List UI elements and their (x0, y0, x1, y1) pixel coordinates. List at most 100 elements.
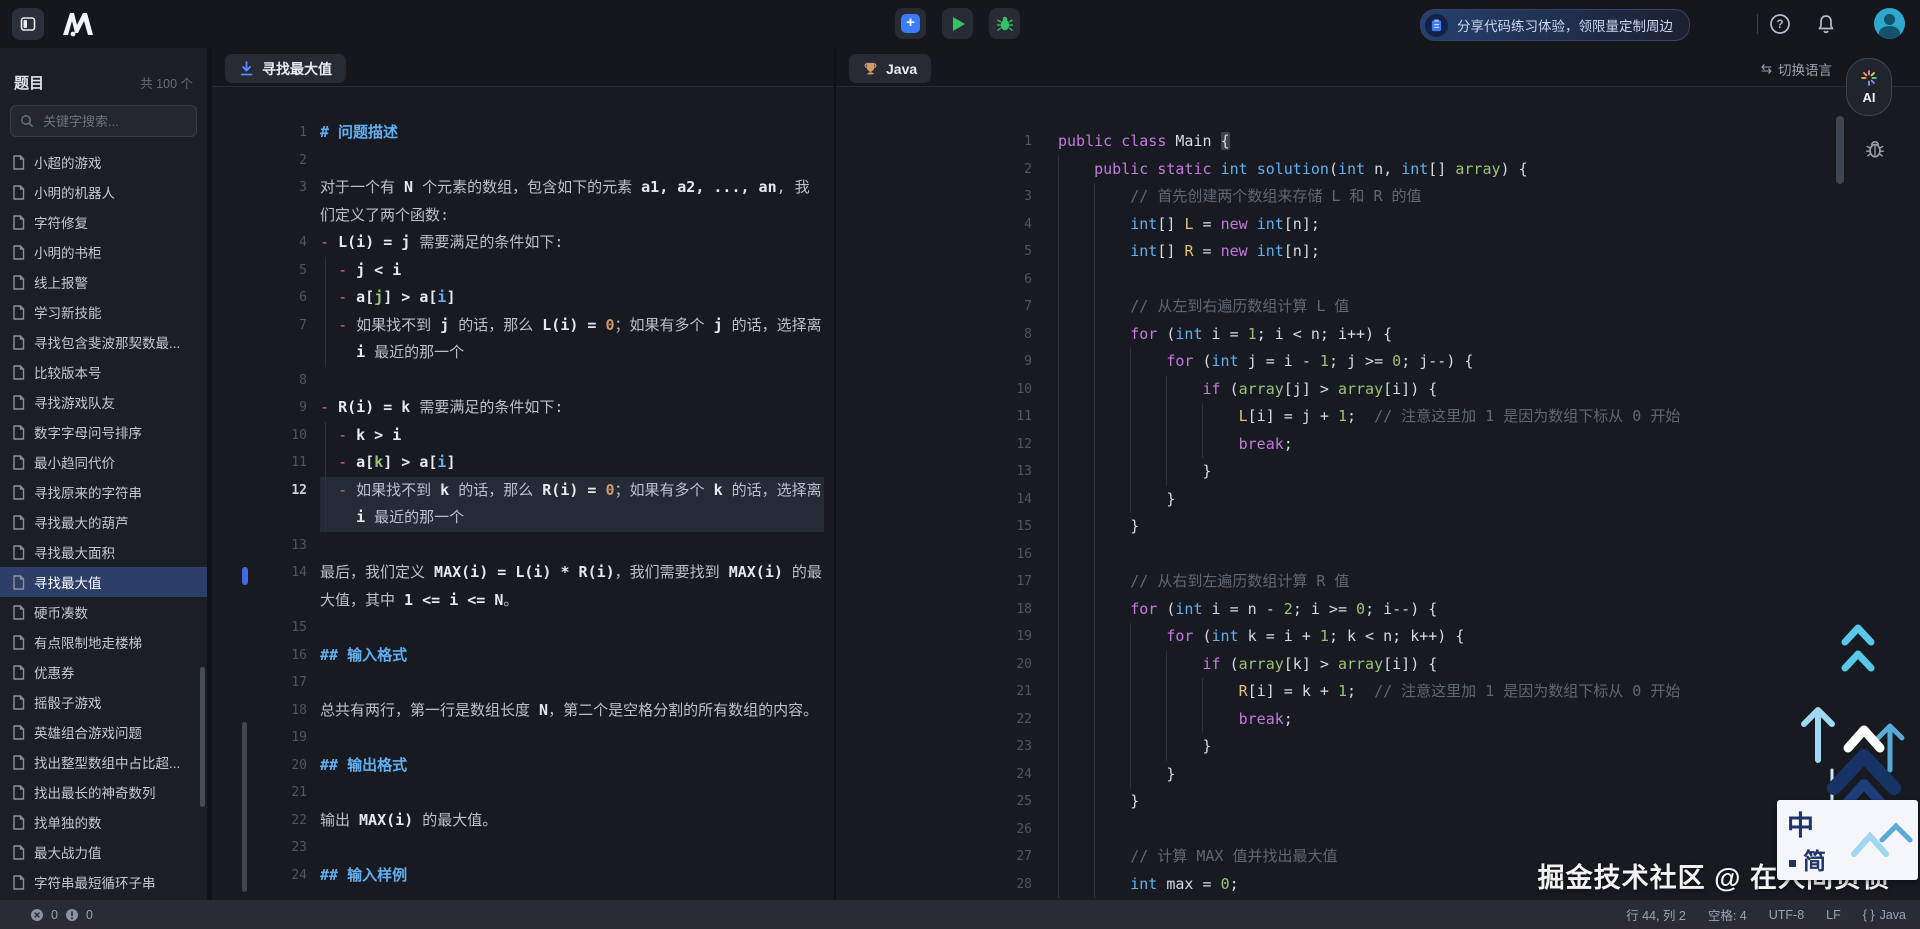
problems-summary[interactable]: 0 0 (0, 908, 93, 922)
description-line-14: 14最后，我们定义 MAX(i) = L(i) * R(i)，我们需要找到 MA… (212, 559, 834, 614)
cursor-position[interactable]: 行 44, 列 2 (1626, 905, 1686, 924)
description-line-3: 3对于一个有 N 个元素的数组，包含如下的元素 a1, a2, ..., an,… (212, 174, 834, 229)
sidebar-item-1[interactable]: 小明的机器人 (0, 177, 207, 207)
problem-list: 小超的游戏小明的机器人字符修复小明的书柜线上报警学习新技能寻找包含斐波那契数最.… (0, 147, 207, 897)
sidebar-item-4[interactable]: 线上报警 (0, 267, 207, 297)
line-number: 12 (836, 431, 1032, 459)
sidebar-item-19[interactable]: 英雄组合游戏问题 (0, 717, 207, 747)
code-line-3: 3 // 首先创建两个数组来存储 L 和 R 的值 (836, 183, 1920, 211)
description-line-6: 6 - a[j] > a[i] (212, 284, 834, 312)
sidebar-item-13[interactable]: 寻找最大面积 (0, 537, 207, 567)
sidebar-item-18[interactable]: 摇骰子游戏 (0, 687, 207, 717)
sidebar-item-11[interactable]: 寻找原来的字符串 (0, 477, 207, 507)
ime-lang-zh: 中 (1787, 804, 1814, 843)
sidebar-item-22[interactable]: 找单独的数 (0, 807, 207, 837)
sidebar-item-15[interactable]: 硬币凑数 (0, 597, 207, 627)
language-tab[interactable]: Java (849, 54, 931, 83)
code-line-23: 23 } (836, 733, 1920, 761)
panel-toggle-icon (20, 16, 36, 32)
language-mode[interactable]: { }Java (1863, 908, 1906, 922)
ai-assistant-button[interactable]: AI (1846, 58, 1892, 116)
code-line-2: 2 public static int solution(int n, int[… (836, 156, 1920, 184)
problem-tab[interactable]: 寻找最大值 (225, 54, 346, 83)
sidebar-scrollbar[interactable] (200, 667, 205, 807)
sidebar-item-label: 寻找最大面积 (34, 542, 115, 562)
sidebar-item-5[interactable]: 学习新技能 (0, 297, 207, 327)
document-icon (12, 845, 25, 860)
line-number: 19 (836, 623, 1032, 651)
description-line-9: 9- R(i) = k 需要满足的条件如下: (212, 394, 834, 422)
problem-scrollbar[interactable] (242, 722, 247, 892)
search-box[interactable] (10, 105, 197, 137)
code-editor[interactable]: 1public class Main {2 public static int … (836, 87, 1920, 900)
sidebar-item-23[interactable]: 最大战力值 (0, 837, 207, 867)
sidebar-item-label: 寻找最大值 (34, 572, 102, 592)
debug-button[interactable] (989, 8, 1020, 39)
language-tab-label: Java (886, 61, 917, 77)
description-line-15: 15 (212, 614, 834, 642)
sidebar-header: 题目 共 100 个 (0, 48, 207, 103)
sidebar-item-3[interactable]: 小明的书柜 (0, 237, 207, 267)
problem-panel: 寻找最大值 1# 问题描述23对于一个有 N 个元素的数组，包含如下的元素 a1… (212, 48, 834, 900)
sidebar-item-2[interactable]: 字符修复 (0, 207, 207, 237)
line-number: 13 (212, 532, 307, 560)
line-number: 3 (212, 174, 307, 229)
play-icon (953, 17, 965, 31)
sidebar-item-0[interactable]: 小超的游戏 (0, 147, 207, 177)
sidebar-item-21[interactable]: 找出最长的神奇数列 (0, 777, 207, 807)
promo-banner[interactable]: 分享代码练习体验，领限量定制周边 (1420, 9, 1690, 41)
search-input[interactable] (41, 113, 185, 130)
sidebar-item-8[interactable]: 寻找游戏队友 (0, 387, 207, 417)
line-number: 15 (836, 513, 1032, 541)
help-button[interactable]: ? (1768, 12, 1792, 36)
switch-language-label: 切换语言 (1778, 59, 1832, 79)
line-number: 7 (836, 293, 1032, 321)
sidebar-item-24[interactable]: 字符串最短循环子串 (0, 867, 207, 897)
top-bar: + 分享代码练习体验，领限量定制周边 ? (0, 0, 1920, 48)
panel-bug-button[interactable] (1864, 138, 1886, 165)
sidebar-toggle-button[interactable] (12, 8, 44, 40)
sidebar-item-16[interactable]: 有点限制地走楼梯 (0, 627, 207, 657)
line-number: 25 (836, 788, 1032, 816)
code-line-6: 6 (836, 266, 1920, 294)
sidebar-item-label: 找单独的数 (34, 812, 102, 832)
marscode-logo[interactable] (58, 6, 98, 42)
description-line-23: 23 (212, 834, 834, 862)
sidebar-item-17[interactable]: 优惠券 (0, 657, 207, 687)
notifications-button[interactable] (1814, 12, 1838, 36)
sidebar-item-label: 找出整型数组中占比超... (34, 752, 180, 772)
add-file-button[interactable]: + (895, 8, 926, 39)
plus-icon: + (901, 14, 920, 33)
warning-count: 0 (86, 908, 93, 922)
indentation-setting[interactable]: 空格: 4 (1708, 905, 1747, 924)
sidebar-item-6[interactable]: 寻找包含斐波那契数最... (0, 327, 207, 357)
sidebar-item-9[interactable]: 数字字母问号排序 (0, 417, 207, 447)
sidebar-item-12[interactable]: 寻找最大的葫芦 (0, 507, 207, 537)
scrollbar-marker (242, 567, 248, 585)
sidebar-item-label: 硬币凑数 (34, 602, 88, 622)
document-icon (12, 785, 25, 800)
sidebar-item-10[interactable]: 最小趋同代价 (0, 447, 207, 477)
sidebar-item-label: 摇骰子游戏 (34, 692, 102, 712)
encoding-setting[interactable]: UTF-8 (1769, 908, 1804, 922)
sidebar-item-label: 寻找最大的葫芦 (34, 512, 129, 532)
notification-bell-icon (1814, 12, 1838, 36)
eol-setting[interactable]: LF (1826, 908, 1841, 922)
user-avatar[interactable] (1874, 8, 1905, 39)
problem-editor[interactable]: 1# 问题描述23对于一个有 N 个元素的数组，包含如下的元素 a1, a2, … (212, 87, 834, 900)
code-line-18: 18 for (int i = n - 2; i >= 0; i--) { (836, 596, 1920, 624)
switch-language-button[interactable]: ⇆ 切换语言 (1761, 59, 1832, 79)
sidebar-item-14[interactable]: 寻找最大值 (0, 567, 207, 597)
topbar-divider (1757, 14, 1758, 34)
ime-inner-arrows-icon (1846, 810, 1916, 868)
code-tabbar: Java ⇆ 切换语言 (836, 48, 1920, 87)
clipboard-icon (1425, 14, 1448, 37)
line-number: 22 (836, 706, 1032, 734)
problem-tabbar: 寻找最大值 (212, 48, 834, 87)
run-button[interactable] (942, 8, 973, 39)
logo-m-icon (61, 11, 95, 37)
code-scrollbar[interactable] (1836, 116, 1844, 184)
line-number: 17 (836, 568, 1032, 596)
sidebar-item-20[interactable]: 找出整型数组中占比超... (0, 747, 207, 777)
sidebar-item-7[interactable]: 比较版本号 (0, 357, 207, 387)
